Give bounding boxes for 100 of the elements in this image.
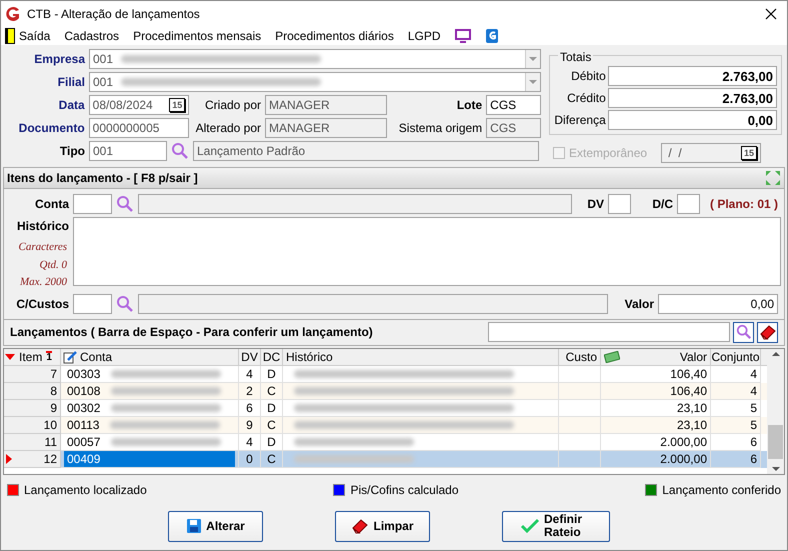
table-cell-text: 00108 (66, 382, 102, 398)
vertical-scrollbar[interactable] (767, 348, 784, 474)
app-logo-icon (5, 6, 21, 22)
table-cell-text: 00302 (66, 400, 102, 416)
table-cell: 2.000,00 (601, 450, 711, 468)
app-badge-icon[interactable] (484, 28, 499, 44)
checkbox-label: Extemporâneo (569, 145, 648, 162)
column-header[interactable]: Valor (601, 348, 711, 364)
field-label: Conta (34, 196, 69, 213)
text-field[interactable] (73, 194, 112, 214)
text-field[interactable] (138, 194, 572, 214)
text-field[interactable]: CGS (486, 118, 541, 138)
table-cell-text: 12 (42, 450, 58, 468)
field-label: Histórico (16, 218, 69, 235)
row-pointer-icon (6, 454, 12, 464)
table-cell-text: 00303 (66, 366, 102, 382)
table-row[interactable]: 11 00057 4 D 2.000,00 6 (4, 434, 767, 450)
text-field[interactable]: 2.763,00 (608, 88, 777, 108)
text-field[interactable]: 08/08/2024 15 (88, 95, 190, 115)
dropdown-field[interactable]: 001 (89, 72, 541, 92)
table-row[interactable]: 12 00409 0 C 2.000,00 6 (4, 450, 767, 468)
clear-button[interactable] (757, 322, 778, 342)
table-row[interactable]: 9 00302 6 D 23,10 5 (4, 400, 767, 416)
text-field[interactable]: 0,00 (608, 110, 777, 130)
text-field[interactable]: 001 (89, 141, 167, 161)
exit-door-icon (5, 28, 15, 44)
sort-arrow-icon (5, 354, 15, 360)
section-title: Lançamentos ( Barra de Espaço - Para conferir um lançamento) (10, 324, 374, 341)
table-cell-text: 10 (42, 416, 58, 434)
action-button[interactable]: Limpar (335, 510, 430, 542)
menu-item[interactable]: Cadastros (64, 26, 120, 44)
text-field[interactable] (73, 294, 112, 314)
action-button[interactable]: Definir Rateio (502, 510, 610, 542)
column-header[interactable]: DC (261, 348, 283, 364)
column-header[interactable]: Conjunto (711, 348, 761, 364)
dropdown-field[interactable]: 001 (89, 49, 541, 69)
history-textarea[interactable] (73, 217, 781, 286)
table-cell-text: 7 (49, 366, 58, 382)
field-label: C/Custos (15, 296, 69, 312)
eraser-icon (758, 324, 776, 340)
legend-label: Pis/Cofins calculado (350, 482, 459, 498)
character-count-note: Max. 2000 (20, 275, 68, 290)
menu-item[interactable]: Procedimentos mensais (133, 26, 262, 44)
menu-item[interactable]: Saída (19, 26, 50, 44)
window-title: CTB - Alteração de lançamentos (27, 6, 201, 22)
section-title: Itens do lançamento - [ F8 p/sair ] (7, 170, 198, 187)
table-row[interactable]: 7 00303 4 D 106,40 4 (4, 366, 767, 382)
field-label: Criado por (204, 97, 262, 114)
text-field[interactable] (138, 294, 608, 314)
character-count-note: Qtd. 0 (40, 258, 68, 272)
text-field[interactable] (608, 194, 631, 214)
monitor-icon[interactable] (454, 28, 471, 42)
text-field[interactable]: MANAGER (265, 95, 387, 115)
eraser-icon (351, 518, 370, 534)
field-label: Alterado por (194, 120, 262, 137)
text-field[interactable]: 0,00 (658, 294, 778, 314)
text-field[interactable]: 2.763,00 (608, 66, 777, 86)
close-icon[interactable] (765, 8, 777, 20)
field-label: Lote (456, 97, 482, 114)
table-cell-text: 9 (49, 400, 58, 416)
text-field[interactable]: 0000000005 (88, 118, 190, 138)
column-header[interactable]: DV (239, 348, 261, 364)
field-label: Sistema origem (398, 120, 482, 137)
column-header[interactable]: Custo (559, 348, 601, 364)
field-label: Filial (56, 74, 85, 91)
column-header[interactable]: Histórico (283, 348, 559, 364)
table-cell: 6 (711, 450, 761, 468)
field-label: Empresa (33, 51, 85, 68)
column-header[interactable]: Item 1 (4, 348, 61, 364)
menu-item[interactable]: Procedimentos diários (275, 26, 394, 44)
text-field[interactable]: Lançamento Padrão (193, 141, 539, 161)
table-row[interactable]: 8 00108 2 C 106,40 4 (4, 382, 767, 400)
calendar-button[interactable]: 15 (169, 98, 186, 112)
table-cell-text: 8 (49, 382, 58, 400)
table-cell: 0 (239, 450, 261, 468)
column-header[interactable]: Conta (61, 348, 239, 364)
field-label: Diferença (554, 112, 606, 129)
menu-item[interactable]: LGPD (408, 26, 441, 44)
field-label: DV (586, 196, 604, 213)
table-cell-text: 00057 (66, 434, 102, 450)
field-label: Débito (570, 68, 606, 85)
legend-label: Lançamento localizado (24, 482, 147, 498)
column-header-label: Item (19, 348, 42, 366)
search-icon[interactable] (171, 142, 189, 160)
table-cell-text: 00113 (66, 416, 100, 432)
field-label: Documento (18, 120, 85, 137)
text-field[interactable] (677, 194, 700, 214)
field-label: Valor (624, 296, 654, 312)
text-field[interactable] (488, 322, 730, 342)
text-field[interactable]: CGS (486, 95, 541, 115)
text-field[interactable]: MANAGER (265, 118, 387, 138)
table-row[interactable]: 10 00113 9 C 23,10 5 (4, 416, 767, 434)
pencil-note-icon (63, 350, 77, 364)
character-count-note: Caracteres (18, 240, 68, 255)
search-icon[interactable] (116, 195, 134, 213)
field-label: Crédito (566, 90, 606, 107)
sort-order-label: 1 (46, 350, 52, 362)
search-icon[interactable] (116, 294, 134, 312)
expand-icon[interactable] (765, 170, 781, 186)
action-button[interactable]: Alterar (168, 510, 263, 542)
